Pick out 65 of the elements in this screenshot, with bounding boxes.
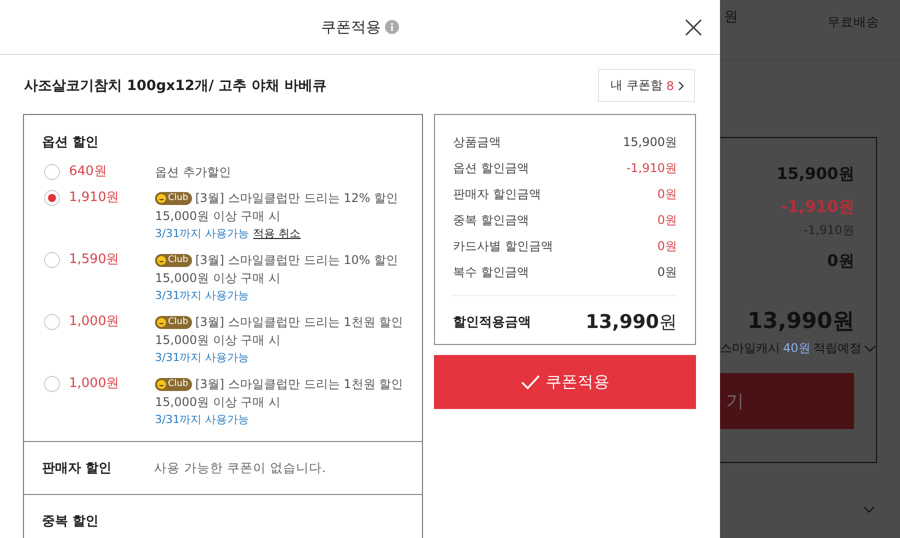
amount-value: 15,900원 (776, 164, 856, 185)
summary-value: 0원 (657, 264, 677, 281)
club-badge: Club (155, 378, 192, 390)
amount-value: 0원 (827, 251, 856, 272)
coupon-amount: 1,000원 (69, 313, 120, 331)
chevron-right-icon (678, 80, 684, 90)
coupon-radio[interactable] (44, 376, 60, 392)
summary-label: 카드사별 할인금액 (453, 238, 553, 255)
cash-amount: 40원 (783, 340, 810, 357)
club-badge: Club (155, 254, 192, 266)
coupon-name: [3월] 스마일클럽만 드리는 10% 할인 (195, 252, 398, 269)
total-amount: 13,990원 (747, 308, 856, 336)
total-label: 할인적용금액 (453, 314, 531, 331)
apply-coupon-button[interactable]: 쿠폰적용 (434, 355, 696, 409)
coupon-name: [3월] 스마일클럽만 드리는 12% 할인 (195, 190, 398, 207)
info-icon[interactable] (385, 20, 399, 34)
cancel-link[interactable]: 적용 취소 (253, 225, 301, 243)
coupon-amount: 640원 (69, 163, 108, 181)
close-icon[interactable] (685, 19, 702, 36)
coupon-radio[interactable] (44, 252, 60, 268)
coupon-validity: 3/31까지 사용가능 (155, 226, 250, 242)
coupon-name: [3월] 스마일클럽만 드리는 1천원 할인 (195, 376, 404, 393)
coupon-condition: 15,000원 이상 구매 시 (155, 332, 282, 349)
club-badge: Club (155, 192, 192, 204)
summary-value: 0원 (657, 186, 677, 203)
coupon-name: 옵션 추가할인 (155, 165, 231, 179)
summary-label: 복수 할인금액 (453, 264, 529, 281)
coupon-validity: 3/31까지 사용가능 (155, 412, 250, 428)
cash-label: 스마일캐시 (720, 340, 780, 357)
coupon-radio[interactable] (44, 164, 60, 180)
section-title: 옵션 할인 (42, 134, 100, 151)
empty-message: 사용 가능한 쿠폰이 없습니다. (154, 460, 326, 476)
summary-value: 15,900원 (623, 134, 677, 151)
check-icon (520, 374, 540, 390)
summary-value: 0원 (657, 238, 677, 255)
coupon-validity: 3/31까지 사용가능 (155, 350, 250, 366)
coupon-radio[interactable] (44, 190, 60, 206)
coupon-condition: 15,000원 이상 구매 시 (155, 208, 282, 225)
club-badge: Club (155, 316, 192, 328)
amount-value: -1,910원 (781, 197, 856, 218)
summary-label: 상품금액 (453, 134, 501, 151)
coupon-name: [3월] 스마일클럽만 드리는 1천원 할인 (195, 314, 404, 331)
coupon-amount: 1,590원 (69, 251, 120, 269)
product-name: 사조살코기참치 100gx12개/ 고추 야채 바베큐 (24, 76, 326, 94)
coupon-amount: 1,910원 (69, 189, 120, 207)
shipping-label: 무료배송 (827, 14, 880, 31)
cash-note: 적립예정 (813, 340, 862, 357)
coupon-validity: 3/31까지 사용가능 (155, 288, 250, 304)
summary-value: 0원 (657, 212, 677, 229)
my-coupons-button[interactable]: 내 쿠폰함 8 (598, 69, 695, 102)
section-title: 판매자 할인 (42, 460, 113, 477)
chevron-down-icon[interactable] (864, 344, 876, 352)
header-fragment: 원 (723, 8, 738, 27)
section-title: 중복 할인 (42, 513, 100, 530)
chevron-down-icon[interactable] (863, 506, 876, 514)
summary-label: 옵션 할인금액 (453, 160, 529, 177)
total-amount: 13,990원 (586, 310, 677, 334)
summary-value: -1,910원 (626, 160, 677, 177)
summary-label: 판매자 할인금액 (453, 186, 541, 203)
coupon-radio[interactable] (44, 314, 60, 330)
coupon-amount: 1,000원 (69, 375, 120, 393)
summary-label: 중복 할인금액 (453, 212, 529, 229)
modal-title: 쿠폰적용 (321, 18, 381, 36)
coupon-condition: 15,000원 이상 구매 시 (155, 270, 282, 287)
coupon-condition: 15,000원 이상 구매 시 (155, 394, 282, 411)
